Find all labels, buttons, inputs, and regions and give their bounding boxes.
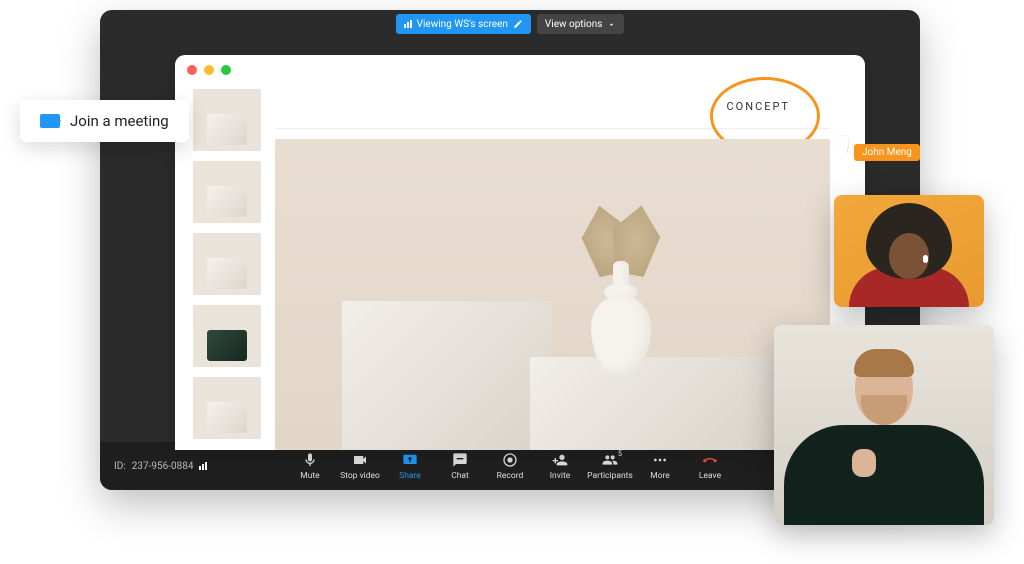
chat-icon: [452, 452, 468, 468]
top-notification-strip: Viewing WS's screen View options: [100, 10, 920, 38]
thumbnail[interactable]: [193, 377, 261, 439]
invite-label: Invite: [550, 471, 570, 481]
shared-main-area: CONCEPT: [275, 85, 830, 450]
shared-screen-window: CONCEPT: [175, 55, 865, 450]
participant-avatar: [774, 325, 994, 525]
share-label: Share: [399, 471, 421, 481]
thumbnail[interactable]: [193, 305, 261, 367]
record-label: Record: [497, 471, 524, 481]
invite-button[interactable]: Invite: [536, 444, 584, 488]
vase: [586, 245, 656, 375]
video-camera-icon: [40, 114, 60, 128]
view-options-label: View options: [545, 19, 603, 30]
zoom-dot-icon[interactable]: [221, 65, 231, 75]
concept-header: CONCEPT: [275, 85, 830, 129]
chat-button[interactable]: Chat: [436, 444, 484, 488]
join-meeting-label: Join a meeting: [70, 112, 169, 130]
participant-video-tile[interactable]: [834, 195, 984, 307]
viewing-screen-badge: Viewing WS's screen: [396, 14, 531, 34]
minimize-dot-icon[interactable]: [204, 65, 214, 75]
more-icon: [652, 452, 668, 468]
close-dot-icon[interactable]: [187, 65, 197, 75]
leave-label: Leave: [699, 471, 721, 481]
participants-icon: [602, 452, 618, 468]
share-screen-icon: [402, 452, 418, 468]
control-buttons: Mute Stop video Share Chat Record Invite: [286, 444, 734, 488]
participant-avatar: [834, 195, 984, 307]
participants-label: Participants: [587, 471, 633, 481]
hangup-icon: [702, 452, 718, 468]
participant-video-tile[interactable]: [774, 325, 994, 525]
edit-icon[interactable]: [513, 19, 523, 29]
share-button[interactable]: Share: [386, 444, 434, 488]
signal-icon: [199, 462, 207, 470]
camera-icon: [352, 452, 368, 468]
stop-video-button[interactable]: Stop video: [336, 444, 384, 488]
leave-button[interactable]: Leave: [686, 444, 734, 488]
record-icon: [502, 452, 518, 468]
join-meeting-chip[interactable]: Join a meeting: [20, 100, 189, 142]
thumbnail[interactable]: [193, 233, 261, 295]
meeting-id-value: 237-956-0884: [132, 461, 194, 472]
remote-cursor: John Meng: [842, 130, 920, 161]
pedestal: [342, 301, 553, 450]
window-traffic-lights: [175, 55, 865, 85]
mute-label: Mute: [300, 471, 319, 481]
thumbnail[interactable]: [193, 161, 261, 223]
thumbnail-strip: [193, 85, 261, 450]
thumbnail[interactable]: [193, 89, 261, 151]
chat-label: Chat: [451, 471, 469, 481]
cursor-name-label: John Meng: [854, 144, 920, 161]
viewing-label: Viewing WS's screen: [417, 19, 508, 30]
stop-video-label: Stop video: [340, 471, 380, 481]
invite-icon: [552, 452, 568, 468]
more-label: More: [650, 471, 670, 481]
mute-button[interactable]: Mute: [286, 444, 334, 488]
more-button[interactable]: More: [636, 444, 684, 488]
hero-image: [275, 139, 830, 450]
meeting-id-prefix: ID:: [114, 461, 126, 472]
participants-button[interactable]: 5 Participants: [586, 444, 634, 488]
participants-count-badge: 5: [618, 450, 622, 458]
microphone-icon: [302, 452, 318, 468]
shared-body: CONCEPT: [175, 85, 865, 450]
signal-icon: [404, 20, 412, 28]
concept-label: CONCEPT: [727, 100, 791, 113]
meeting-id[interactable]: ID: 237-956-0884: [114, 461, 207, 472]
chevron-up-icon: [607, 20, 616, 29]
view-options-dropdown[interactable]: View options: [537, 14, 625, 34]
record-button[interactable]: Record: [486, 444, 534, 488]
